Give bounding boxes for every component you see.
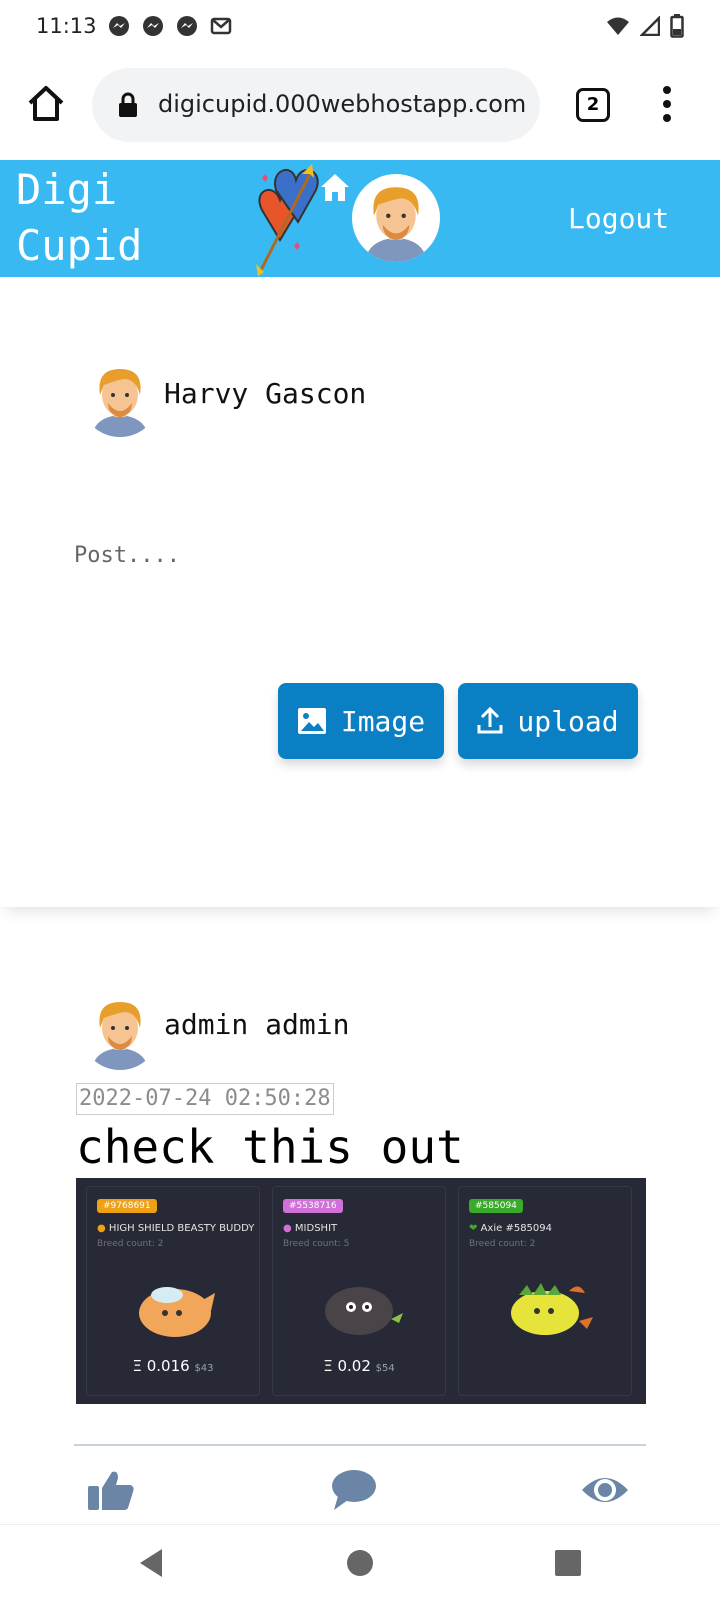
image-icon	[297, 708, 326, 734]
post-image[interactable]: #9768691 ● HIGH SHIELD BEASTY BUDDY Bree…	[76, 1178, 646, 1404]
nft-card: #9768691 ● HIGH SHIELD BEASTY BUDDY Bree…	[86, 1186, 260, 1396]
home-circle-icon[interactable]	[340, 1543, 380, 1583]
image-button[interactable]: Image	[278, 683, 444, 759]
post-divider	[74, 1444, 646, 1446]
battery-icon	[670, 14, 684, 38]
back-icon[interactable]	[132, 1543, 172, 1583]
axie-creature-icon	[139, 1287, 215, 1337]
cupid-hearts-icon	[256, 164, 319, 276]
user-avatar-icon	[365, 187, 427, 262]
messenger-icon	[177, 16, 197, 36]
axie-creature-icon	[325, 1287, 403, 1335]
post-author-name[interactable]: admin admin	[164, 1008, 349, 1041]
status-time: 11:13	[36, 14, 97, 38]
home-icon[interactable]	[26, 84, 66, 124]
post-author-avatar[interactable]	[80, 990, 160, 1070]
nft-card: #585094 ❤ Axie #585094 Breed count: 2	[458, 1186, 632, 1396]
user-avatar-icon	[92, 369, 148, 437]
logout-link[interactable]: Logout	[568, 202, 669, 235]
composer-user-name: Harvy Gascon	[164, 377, 367, 410]
nft-price-eth: Ξ 0.02	[323, 1357, 371, 1375]
paw-icon: ●	[283, 1223, 292, 1234]
more-menu-icon[interactable]	[660, 84, 674, 124]
like-icon[interactable]	[86, 1468, 136, 1512]
post-text: check this out	[76, 1120, 464, 1174]
nft-price: Ξ 0.02 $54	[273, 1357, 445, 1375]
home-nav-icon[interactable]	[318, 170, 352, 204]
notification-icons	[108, 15, 232, 37]
signal-icon	[640, 16, 660, 36]
brand-logo-text[interactable]: Digi Cupid	[16, 162, 142, 274]
brand-line-2: Cupid	[16, 221, 143, 270]
recents-icon[interactable]	[548, 1543, 588, 1583]
nft-breed-count: Breed count: 5	[283, 1239, 350, 1249]
upload-button[interactable]: upload	[458, 683, 638, 759]
nft-name-text: Axie #585094	[480, 1223, 552, 1234]
nft-price: Ξ 0.016 $43	[87, 1357, 259, 1375]
browser-toolbar: digicupid.000webhostapp.com 2	[0, 52, 720, 160]
axie-creature-icon	[511, 1283, 593, 1335]
nft-id-badge: #585094	[469, 1199, 523, 1213]
nft-card: #5538716 ● MIDSHIT Breed count: 5 Ξ 0.02…	[272, 1186, 446, 1396]
upload-button-label: upload	[517, 704, 619, 738]
url-text: digicupid.000webhostapp.com	[158, 90, 527, 118]
gmail-icon	[210, 17, 232, 35]
post-timestamp: 2022-07-24 02:50:28	[76, 1083, 334, 1115]
comment-icon[interactable]	[328, 1468, 378, 1512]
nft-name: ● MIDSHIT	[283, 1223, 337, 1234]
post-text-input[interactable]	[74, 535, 634, 575]
messenger-icon	[109, 16, 129, 36]
nft-id-badge: #5538716	[283, 1199, 343, 1213]
header-avatar[interactable]	[352, 174, 440, 262]
nft-breed-count: Breed count: 2	[469, 1239, 536, 1249]
nft-breed-count: Breed count: 2	[97, 1239, 164, 1249]
wifi-icon	[607, 17, 629, 35]
nft-name-text: HIGH SHIELD BEASTY BUDDY	[108, 1223, 255, 1234]
status-bar: 11:13	[0, 0, 720, 52]
user-avatar-icon	[92, 1002, 148, 1070]
nft-price-eth: Ξ 0.016	[132, 1357, 190, 1375]
nft-name: ● HIGH SHIELD BEASTY BUDDY	[97, 1223, 254, 1234]
nft-name-text: MIDSHIT	[294, 1223, 338, 1234]
lock-icon	[119, 92, 137, 117]
brand-line-1: Digi	[16, 165, 118, 214]
nft-price-usd: $43	[194, 1363, 214, 1374]
paw-icon: ●	[97, 1223, 106, 1234]
messenger-icon	[143, 16, 163, 36]
image-button-label: Image	[340, 704, 426, 738]
app-header: Digi Cupid Logout	[0, 160, 720, 277]
system-icons	[606, 14, 684, 38]
upload-icon	[477, 707, 503, 734]
leaf-icon: ❤	[469, 1223, 478, 1234]
system-nav-bar	[0, 1524, 720, 1600]
nft-id-badge: #9768691	[97, 1199, 157, 1213]
tab-switcher-button[interactable]: 2	[576, 88, 610, 122]
composer-avatar	[80, 357, 160, 437]
address-bar[interactable]: digicupid.000webhostapp.com	[92, 68, 540, 142]
view-icon[interactable]	[580, 1468, 630, 1512]
nft-price-usd: $54	[375, 1363, 395, 1374]
nft-name: ❤ Axie #585094	[469, 1223, 552, 1234]
post-composer: Harvy Gascon Image upload	[0, 277, 720, 907]
